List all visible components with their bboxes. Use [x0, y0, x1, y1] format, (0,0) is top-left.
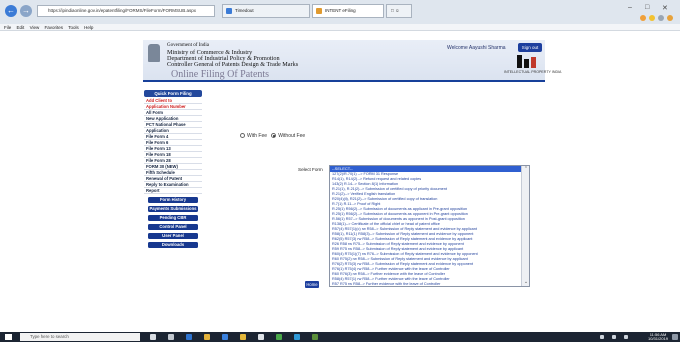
new-tab-button[interactable]: □ ☺	[386, 4, 412, 18]
menu-favorites[interactable]: Favorites	[45, 25, 64, 30]
national-emblem-icon	[148, 44, 160, 62]
windows-taskbar: Type here to search 11:56 AM 10/31/2019	[0, 332, 680, 342]
windows-start-icon[interactable]	[5, 334, 12, 340]
tab-favicon-icon	[226, 8, 232, 14]
gov-line: Government of India	[167, 43, 209, 48]
task-view-icon[interactable]	[168, 334, 174, 340]
scroll-down-icon[interactable]: ⌄	[522, 279, 529, 286]
ip-india-text: INTELLECTUAL PROPERTY INDIA	[504, 70, 562, 74]
menu-file[interactable]: File	[4, 25, 11, 30]
folder-icon[interactable]	[240, 334, 246, 340]
address-bar[interactable]: https://ipindiaonline.gov.in/epatentfili…	[37, 5, 215, 17]
listbox-scrollbar[interactable]: ⌃ ⌄	[521, 166, 529, 286]
tab-label: Timedout	[235, 8, 254, 13]
tab-intent-efiling[interactable]: INTENT eFiling	[312, 4, 384, 18]
sidebar-button[interactable]: Pending CBR	[148, 214, 198, 221]
minimize-icon[interactable]: –	[628, 4, 632, 11]
tab-favicon-icon	[316, 8, 322, 14]
close-icon[interactable]: ✕	[662, 4, 668, 12]
maximize-icon[interactable]: □	[645, 4, 649, 11]
with-fee-label: With Fee	[247, 133, 268, 139]
site-header: Government of India Ministry of Commerce…	[143, 40, 562, 82]
sidebar-button[interactable]: Form History	[148, 196, 198, 203]
file-explorer-icon[interactable]	[204, 334, 210, 340]
home-button[interactable]: Home	[305, 281, 319, 288]
clock-date: 10/31/2019	[648, 336, 669, 341]
select-form-label: Select Form	[298, 167, 323, 172]
without-fee-label: Without Fee	[278, 133, 306, 139]
home-icon[interactable]	[640, 15, 646, 21]
menu-bar: File Edit View Favorites Tools Help	[0, 24, 680, 31]
forward-icon[interactable]: →	[20, 5, 32, 17]
sidebar: Quick Form Filing Add Client to Applicati…	[144, 90, 202, 248]
taskbar-search-placeholder: Type here to search	[30, 334, 69, 339]
select-form-listbox[interactable]: --SELECT-- 127(2)/R.70(1) --> FORM 31 Re…	[329, 165, 530, 287]
options-list: 127(2)/R.70(1) --> FORM 31 Response R14(1…	[330, 172, 529, 286]
volume-icon[interactable]	[624, 335, 628, 339]
menu-tools[interactable]: Tools	[68, 25, 79, 30]
with-fee-radio[interactable]	[240, 133, 245, 138]
menu-edit[interactable]: Edit	[17, 25, 25, 30]
settings-gear-icon[interactable]	[658, 15, 664, 21]
sidebar-link[interactable]: Report	[144, 188, 202, 194]
app2-icon[interactable]	[294, 334, 300, 340]
sidebar-button[interactable]: User Panel	[148, 232, 198, 239]
web-page: Government of India Ministry of Commerce…	[0, 32, 680, 332]
welcome-text: Welcome Aayushi Sharma	[447, 45, 506, 51]
page-title: Online Filing Of Patents	[171, 69, 270, 80]
edge-icon[interactable]	[186, 334, 192, 340]
action-center-icon[interactable]	[672, 334, 678, 340]
taskbar-clock[interactable]: 11:56 AM 10/31/2019	[648, 332, 669, 342]
fee-options: With Fee Without Fee	[240, 133, 305, 139]
sidebar-heading: Quick Form Filing	[144, 90, 202, 97]
notifications-up-icon[interactable]	[600, 335, 604, 339]
back-icon[interactable]: ←	[5, 5, 17, 17]
cortana-icon[interactable]	[150, 334, 156, 340]
tab-timedout[interactable]: Timedout	[222, 4, 310, 18]
menu-view[interactable]: View	[30, 25, 40, 30]
sidebar-button[interactable]: Control Panel	[148, 223, 198, 230]
controller-line: Controller General of Patents Design & T…	[167, 61, 299, 68]
without-fee-radio[interactable]	[271, 133, 277, 138]
address-text: https://ipindiaonline.gov.in/epatentfili…	[48, 8, 196, 13]
sidebar-button[interactable]: Payments Submissions	[148, 205, 198, 212]
favorites-star-icon[interactable]	[649, 15, 655, 21]
browser-toolbar: ← → https://ipindiaonline.gov.in/epatent…	[0, 0, 680, 24]
tab-label: INTENT eFiling	[325, 8, 356, 13]
scroll-up-icon[interactable]: ⌃	[522, 166, 529, 173]
chrome-icon[interactable]	[276, 334, 282, 340]
taskbar-search-input[interactable]: Type here to search	[20, 333, 140, 341]
internet-explorer-icon[interactable]	[222, 334, 228, 340]
smiley-icon[interactable]	[667, 15, 673, 21]
app-icon[interactable]	[258, 334, 264, 340]
sign-out-button[interactable]: Sign out	[518, 43, 542, 52]
sidebar-button[interactable]: Downloads	[148, 241, 198, 248]
app3-icon[interactable]	[312, 334, 318, 340]
sidebar-links: Add Client to Application Number All Form N…	[144, 98, 202, 194]
menu-help[interactable]: Help	[84, 25, 93, 30]
network-icon[interactable]	[612, 335, 616, 339]
ip-india-logo-icon	[517, 55, 541, 68]
sidebar-buttons: Form History Payments Submissions Pending …	[144, 196, 202, 248]
